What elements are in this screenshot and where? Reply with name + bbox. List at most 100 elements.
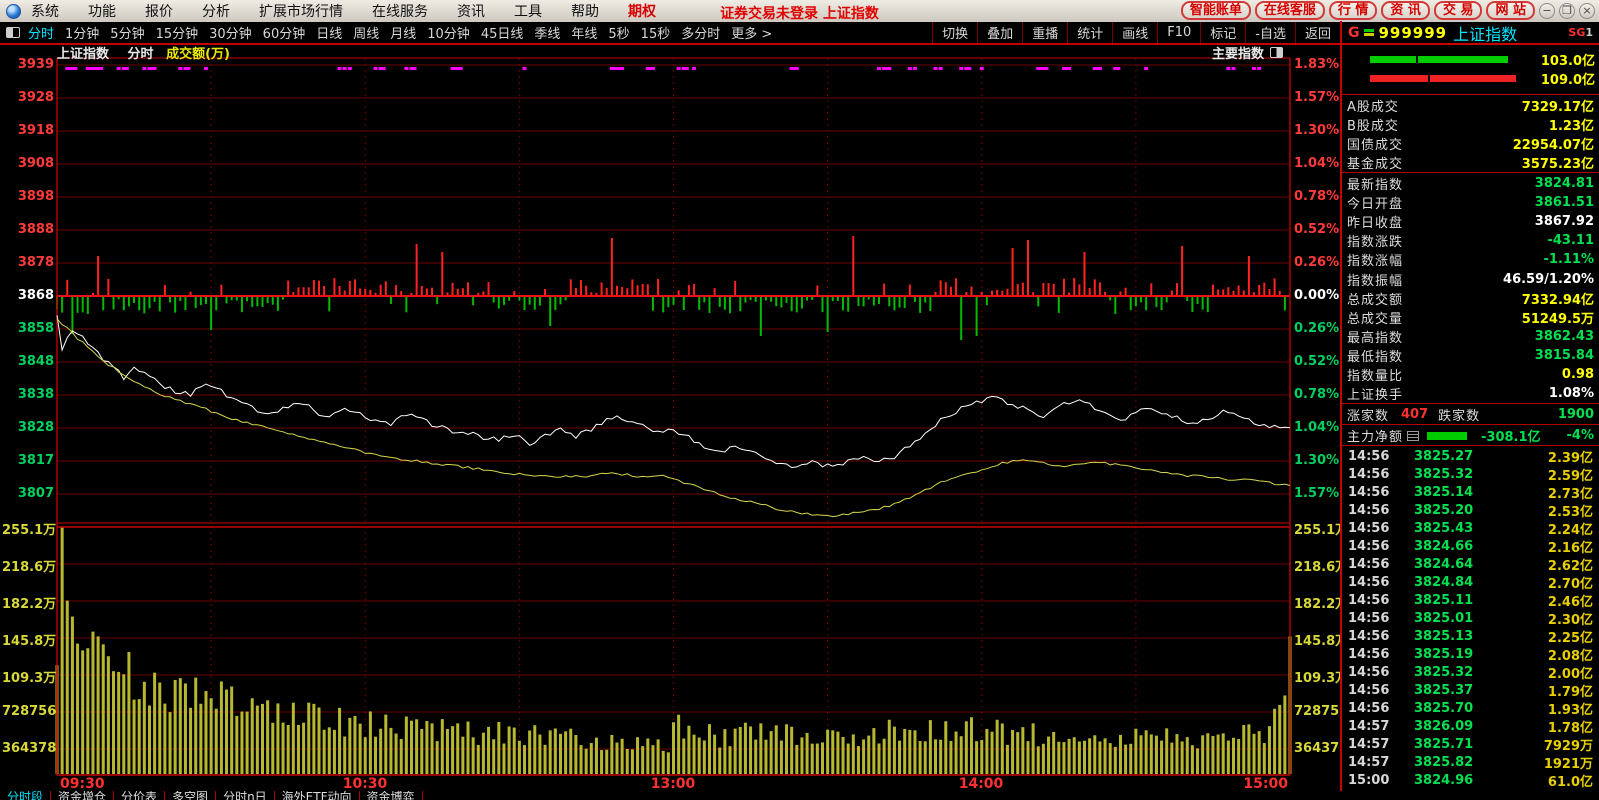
bottom-tab-多空图[interactable]: 多空图: [165, 791, 216, 800]
period-10分钟[interactable]: 10分钟: [427, 23, 470, 42]
close-button[interactable]: ×: [1579, 3, 1595, 19]
turnover-label: 国债成交: [1347, 134, 1403, 153]
toolbar-button-返回[interactable]: 返回: [1295, 22, 1340, 43]
tick-row[interactable]: 14:563825.112.46亿: [1342, 591, 1599, 609]
quick-button-在线客服[interactable]: 在线客服: [1255, 1, 1325, 20]
tag-sg: SG: [1568, 26, 1585, 39]
index-info-row: 最新指数3824.81: [1342, 174, 1599, 193]
info-value: 51249.5万: [1522, 308, 1594, 327]
pct-axis-label: 0.78%: [1294, 189, 1340, 204]
vol-axis-label-left: 255.1万: [2, 519, 54, 538]
toolbar-button-统计[interactable]: 统计: [1067, 22, 1112, 43]
tick-amount: 2.70亿: [1548, 573, 1593, 592]
bottom-tab-分时n日[interactable]: 分时n日: [216, 791, 275, 800]
period-月线[interactable]: 月线: [390, 23, 416, 42]
period-分时[interactable]: 分时: [28, 23, 54, 42]
quick-button-资讯[interactable]: 资 讯: [1381, 1, 1430, 20]
pane-toggle-icon[interactable]: [6, 27, 20, 38]
tick-amount: 2.00亿: [1548, 663, 1593, 682]
menu-分析[interactable]: 分析: [202, 1, 230, 21]
period-年线[interactable]: 年线: [571, 23, 597, 42]
tick-row[interactable]: 14:563825.132.25亿: [1342, 627, 1599, 645]
tick-row[interactable]: 14:563825.322.59亿: [1342, 465, 1599, 483]
tick-row[interactable]: 14:573825.717929万: [1342, 735, 1599, 753]
menu-系统[interactable]: 系统: [31, 1, 59, 21]
period-多分时[interactable]: 多分时: [681, 23, 720, 42]
toolbar-button-切换[interactable]: 切换: [932, 22, 977, 43]
tick-row[interactable]: 14:563825.701.93亿: [1342, 699, 1599, 717]
period-季线[interactable]: 季线: [534, 23, 560, 42]
toolbar-button-F10[interactable]: F10: [1157, 22, 1200, 43]
menu-功能[interactable]: 功能: [88, 1, 116, 21]
tick-row[interactable]: 14:573826.091.78亿: [1342, 717, 1599, 735]
bottom-tab-海外ETF动向[interactable]: 海外ETF动向: [275, 791, 360, 800]
bottom-tab-资金博弈[interactable]: 资金博弈: [360, 791, 423, 800]
bottom-tab-资金增仓[interactable]: 资金增仓: [51, 791, 114, 800]
tick-amount: 2.25亿: [1548, 627, 1593, 646]
chart-corner: 主要指数: [1212, 43, 1283, 62]
tick-row[interactable]: 14:563825.192.08亿: [1342, 645, 1599, 663]
quick-button-网站[interactable]: 网 站: [1486, 1, 1535, 20]
toolbar-button-叠加[interactable]: 叠加: [977, 22, 1022, 43]
index-info-row: 总成交量51249.5万: [1342, 308, 1599, 327]
period-周线[interactable]: 周线: [353, 23, 379, 42]
menu-扩展市场行情[interactable]: 扩展市场行情: [259, 1, 343, 21]
panel-divider: [1342, 172, 1599, 173]
tick-row[interactable]: 14:563825.322.00亿: [1342, 663, 1599, 681]
gauge-value: 109.0亿: [1541, 69, 1595, 88]
toolbar-button-画线[interactable]: 画线: [1112, 22, 1157, 43]
period-5分钟[interactable]: 5分钟: [110, 23, 144, 42]
bottom-tab-分价表[interactable]: 分价表: [114, 791, 165, 800]
tick-row[interactable]: 14:563825.432.24亿: [1342, 519, 1599, 537]
info-label: 最低指数: [1347, 346, 1403, 365]
period-30分钟[interactable]: 30分钟: [209, 23, 252, 42]
price-axis-label: 3838: [2, 387, 54, 402]
period-15分钟[interactable]: 15分钟: [156, 23, 199, 42]
period-更多 >[interactable]: 更多 >: [731, 23, 772, 42]
period-60分钟[interactable]: 60分钟: [263, 23, 306, 42]
quick-button-行情[interactable]: 行 情: [1329, 1, 1378, 20]
turnover-row: B股成交1.23亿: [1342, 115, 1599, 134]
tick-row[interactable]: 14:563824.662.16亿: [1342, 537, 1599, 555]
period-15秒[interactable]: 15秒: [641, 23, 671, 42]
menu-帮助[interactable]: 帮助: [571, 1, 599, 21]
period-45日线[interactable]: 45日线: [481, 23, 524, 42]
menu-资讯[interactable]: 资讯: [457, 1, 485, 21]
restore-button[interactable]: ❐: [1559, 3, 1575, 19]
toolbar-button-标记[interactable]: 标记: [1200, 22, 1245, 43]
tick-row[interactable]: 14:563825.272.39亿: [1342, 447, 1599, 465]
menu-报价[interactable]: 报价: [145, 1, 173, 21]
info-value: 3815.84: [1535, 348, 1594, 363]
period-日线[interactable]: 日线: [316, 23, 342, 42]
tick-row[interactable]: 15:003824.9661.0亿: [1342, 771, 1599, 789]
tick-row[interactable]: 14:563825.202.53亿: [1342, 501, 1599, 519]
quick-button-智能账单[interactable]: 智能账单: [1181, 1, 1251, 20]
turnover-value: 7329.17亿: [1522, 96, 1594, 115]
tick-row[interactable]: 14:573825.821921万: [1342, 753, 1599, 771]
tick-row[interactable]: 14:563825.371.79亿: [1342, 681, 1599, 699]
tick-amount: 1921万: [1544, 753, 1593, 772]
menu-期权[interactable]: 期权: [628, 1, 656, 21]
period-5秒[interactable]: 5秒: [608, 23, 629, 42]
info-label: 上证换手: [1347, 384, 1403, 403]
toolbar-button--自选[interactable]: -自选: [1245, 22, 1295, 43]
tick-row[interactable]: 14:563825.142.73亿: [1342, 483, 1599, 501]
tick-row[interactable]: 14:563825.012.30亿: [1342, 609, 1599, 627]
tick-row[interactable]: 14:563824.642.62亿: [1342, 555, 1599, 573]
quick-button-交易[interactable]: 交 易: [1434, 1, 1483, 20]
bottom-tab-分时段[interactable]: 分时段: [0, 791, 51, 800]
tick-time: 14:57: [1348, 719, 1414, 734]
tick-row[interactable]: 14:563824.842.70亿: [1342, 573, 1599, 591]
menu-工具[interactable]: 工具: [514, 1, 542, 21]
legend-volume: 成交额(万): [166, 47, 230, 62]
main-force-detail-icon[interactable]: [1407, 431, 1419, 441]
menu-bar: 系统 功能 报价 分析 扩展市场行情 在线服务 资讯 工具 帮助 期权: [31, 1, 685, 21]
toolbar-button-重播[interactable]: 重播: [1022, 22, 1067, 43]
long-short-icon: [1364, 28, 1374, 37]
major-index-link[interactable]: 主要指数: [1212, 43, 1264, 62]
period-1分钟[interactable]: 1分钟: [65, 23, 99, 42]
green-bar: [1370, 56, 1508, 63]
split-pane-icon[interactable]: [1270, 47, 1283, 58]
menu-在线服务[interactable]: 在线服务: [372, 1, 428, 21]
minimize-button[interactable]: −: [1539, 3, 1555, 19]
